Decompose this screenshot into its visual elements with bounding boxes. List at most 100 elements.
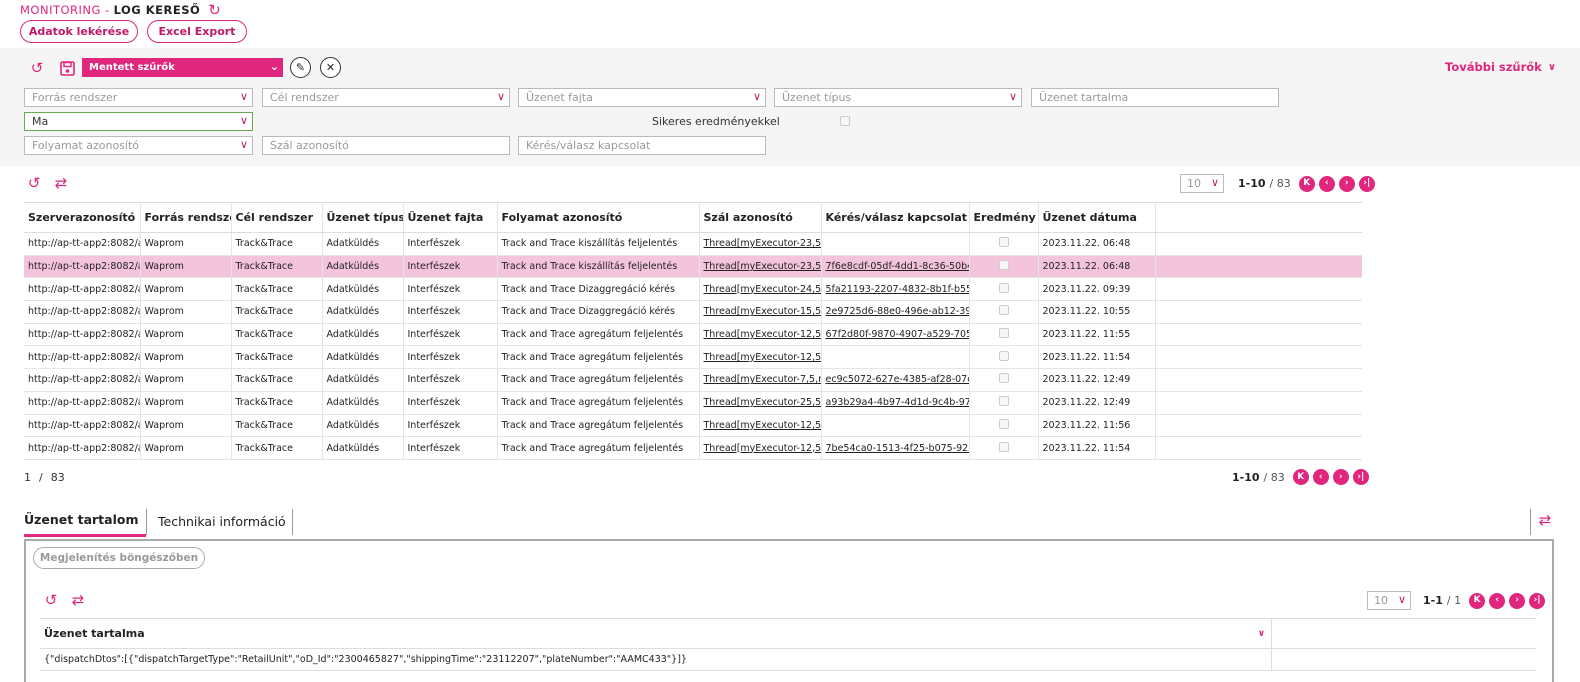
process-id-select[interactable]: Folyamat azonosító ∨ [24, 136, 253, 155]
source-system-select[interactable]: Forrás rendszer ∨ [24, 88, 253, 107]
thread-cell[interactable]: Thread[myExecutor-15,5, [699, 300, 822, 324]
prev-page-button[interactable]: ‹ [1318, 175, 1335, 192]
col-thread-id[interactable]: Szál azonosító [699, 202, 822, 233]
req-resp-cell-link[interactable]: ec9c5072-627e-4385-af28-07c6 [826, 374, 969, 385]
detail-table-row[interactable]: {"dispatchDtos":[{"dispatchTargetType":"… [40, 649, 1536, 671]
req-resp-cell[interactable]: ec9c5072-627e-4385-af28-07c6 [821, 368, 970, 392]
excel-export-button[interactable]: Excel Export [147, 20, 247, 43]
table-row[interactable]: http://ap-tt-app2:8082/a Waprom Track&Trac… [24, 232, 1362, 256]
req-resp-cell[interactable]: 7f6e8cdf-05df-4dd1-8c36-50b4 [821, 255, 970, 279]
thread-cell-link[interactable]: Thread[myExecutor-12,5, [704, 420, 821, 431]
req-resp-cell[interactable]: 67f2d80f-9870-4907-a529-705b [821, 323, 970, 347]
first-page-button[interactable]: K [1292, 469, 1309, 485]
thread-cell-link[interactable]: Thread[myExecutor-12,5, [704, 443, 821, 454]
reset-filters-icon[interactable]: ↺ [28, 59, 46, 77]
open-in-browser-button[interactable]: Megjelenítés böngészőben [33, 547, 205, 569]
col-target-system[interactable]: Cél rendszer [231, 202, 323, 233]
req-resp-cell[interactable]: 7be54ca0-1513-4f25-b075-922a [821, 436, 970, 460]
table-row[interactable]: http://ap-tt-app2:8082/a Waprom Track&Trac… [24, 277, 1362, 302]
message-kind-select[interactable]: Üzenet fajta ∨ [518, 88, 766, 107]
table-row[interactable]: http://ap-tt-app2:8082/a Waprom Track&Trac… [24, 391, 1362, 415]
req-resp-cell-link[interactable]: 5fa21193-2207-4832-8b1f-b554 [826, 284, 969, 295]
next-page-button[interactable]: › [1332, 469, 1349, 485]
col-source-system[interactable]: Forrás rendszer [140, 202, 232, 233]
table-row[interactable]: http://ap-tt-app2:8082/a Waprom Track&Trac… [24, 300, 1362, 324]
req-resp-cell[interactable] [821, 232, 970, 256]
last-page-button[interactable]: ›| [1352, 469, 1369, 485]
thread-cell-link[interactable]: Thread[myExecutor-12,5, [704, 329, 821, 340]
col-server-id[interactable]: Szerverazonosító ∨ [24, 202, 141, 233]
save-filter-icon[interactable] [58, 59, 76, 77]
table-row[interactable]: http://ap-tt-app2:8082/a Waprom Track&Trac… [24, 323, 1362, 347]
saved-filters-select[interactable]: Mentett szűrők ⌄ [82, 58, 283, 77]
table-row[interactable]: http://ap-tt-app2:8082/a Waprom Track&Trac… [24, 368, 1362, 392]
thread-cell-link[interactable]: Thread[myExecutor-12,5, [704, 352, 821, 363]
thread-cell-link[interactable]: Thread[myExecutor-23,5, [704, 238, 821, 249]
thread-cell[interactable]: Thread[myExecutor-24,5, [699, 277, 822, 302]
swap-panel-icon[interactable]: ⇄ [1536, 511, 1554, 529]
req-resp-cell[interactable]: 5fa21193-2207-4832-8b1f-b554 [821, 277, 970, 302]
col-message-type[interactable]: Üzenet típus [322, 202, 404, 233]
message-type-select[interactable]: Üzenet típus ∨ [774, 88, 1022, 107]
col-result[interactable]: Eredmény [969, 202, 1039, 233]
detail-refresh-icon[interactable]: ↺ [42, 591, 60, 609]
thread-cell-link[interactable]: Thread[myExecutor-24,5, [704, 284, 821, 295]
success-filter-checkbox[interactable] [840, 116, 850, 126]
target-system-select[interactable]: Cél rendszer ∨ [262, 88, 510, 107]
table-refresh-icon[interactable]: ↺ [25, 174, 43, 192]
close-icon[interactable]: ✕ [320, 57, 341, 78]
message-content-input[interactable]: Üzenet tartalma [1031, 88, 1279, 107]
thread-cell-link[interactable]: Thread[myExecutor-7,5,m [704, 374, 821, 385]
last-page-button[interactable]: ›| [1529, 592, 1546, 609]
table-row[interactable]: http://ap-tt-app2:8082/a Waprom Track&Trac… [24, 436, 1362, 460]
thread-cell-link[interactable]: Thread[myExecutor-15,5, [704, 306, 821, 317]
col-message-kind[interactable]: Üzenet fajta [403, 202, 498, 233]
thread-cell[interactable]: Thread[myExecutor-12,5, [699, 345, 822, 370]
fetch-data-button[interactable]: Adatok lekérése [20, 20, 138, 43]
col-req-resp[interactable]: Kérés/válasz kapcsolat [821, 202, 970, 233]
edit-icon[interactable]: ✎ [290, 57, 311, 78]
prev-page-button[interactable]: ‹ [1489, 592, 1506, 609]
req-resp-cell-link[interactable]: 67f2d80f-9870-4907-a529-705b [826, 329, 969, 340]
thread-cell[interactable]: Thread[myExecutor-25,5, [699, 391, 822, 415]
first-page-button[interactable]: K [1469, 592, 1486, 609]
next-page-button[interactable]: › [1338, 175, 1355, 192]
thread-cell[interactable]: Thread[myExecutor-23,5, [699, 232, 822, 256]
more-filters-toggle[interactable]: További szűrők ∨ [1445, 60, 1556, 74]
req-resp-cell[interactable] [821, 414, 970, 438]
thread-cell-link[interactable]: Thread[myExecutor-23,5, [704, 261, 821, 272]
req-resp-cell-link[interactable]: 2e9725d6-88e0-496e-ab12-399 [826, 306, 969, 317]
table-row[interactable]: http://ap-tt-app2:8082/a Waprom Track&Trac… [24, 414, 1362, 438]
req-resp-cell[interactable] [821, 345, 970, 370]
breadcrumb-section[interactable]: MONITORING [20, 3, 101, 17]
date-range-select[interactable]: Ma ∨ [24, 112, 253, 131]
detail-swap-icon[interactable]: ⇄ [69, 591, 87, 609]
thread-cell[interactable]: Thread[myExecutor-12,5, [699, 414, 822, 438]
thread-cell[interactable]: Thread[myExecutor-23,5, [699, 255, 822, 279]
thread-cell[interactable]: Thread[myExecutor-12,5, [699, 323, 822, 347]
refresh-icon[interactable]: ↻ [208, 1, 221, 19]
page-size-select[interactable]: 10 ∨ [1180, 174, 1224, 193]
thread-id-input[interactable]: Szál azonosító [262, 136, 510, 155]
columns-swap-icon[interactable]: ⇄ [52, 174, 70, 192]
req-resp-cell[interactable]: 2e9725d6-88e0-496e-ab12-399 [821, 300, 970, 324]
next-page-button[interactable]: › [1509, 592, 1526, 609]
col-message-date[interactable]: Üzenet dátuma [1038, 202, 1156, 233]
detail-page-size-select[interactable]: 10 ∨ [1367, 591, 1411, 610]
req-resp-input[interactable]: Kérés/válasz kapcsolat [518, 136, 766, 155]
tab-message-content[interactable]: Üzenet tartalom [24, 509, 146, 537]
tab-technical-info[interactable]: Technikai információ [158, 509, 292, 537]
col-process-id[interactable]: Folyamat azonosító [497, 202, 700, 233]
req-resp-cell-link[interactable]: 7f6e8cdf-05df-4dd1-8c36-50b4 [826, 261, 969, 272]
thread-cell[interactable]: Thread[myExecutor-7,5,m [699, 368, 822, 392]
col-message-content[interactable]: Üzenet tartalma ∨ [40, 619, 1272, 648]
req-resp-cell-link[interactable]: 7be54ca0-1513-4f25-b075-922a [826, 443, 969, 454]
table-row[interactable]: http://ap-tt-app2:8082/a Waprom Track&Trac… [24, 345, 1362, 370]
first-page-button[interactable]: K [1298, 175, 1315, 192]
last-page-button[interactable]: ›| [1358, 175, 1375, 192]
req-resp-cell[interactable]: a93b29a4-4b97-4d1d-9c4b-978 [821, 391, 970, 415]
prev-page-button[interactable]: ‹ [1312, 469, 1329, 485]
thread-cell[interactable]: Thread[myExecutor-12,5, [699, 436, 822, 460]
req-resp-cell-link[interactable]: a93b29a4-4b97-4d1d-9c4b-978 [826, 397, 969, 408]
thread-cell-link[interactable]: Thread[myExecutor-25,5, [704, 397, 821, 408]
